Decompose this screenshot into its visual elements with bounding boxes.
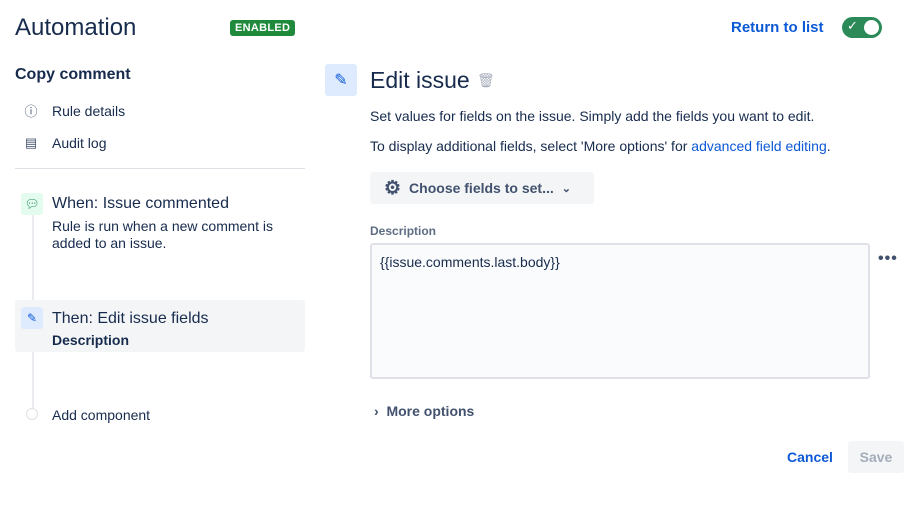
trash-icon[interactable]: 🗑︎ xyxy=(477,72,495,89)
chevron-right-icon: › xyxy=(374,403,379,419)
advanced-field-editing-link[interactable]: advanced field editing xyxy=(691,138,826,154)
hint-text: To display additional fields, select 'Mo… xyxy=(370,138,692,154)
add-circle-icon xyxy=(26,408,38,420)
action-step[interactable]: ✎ Then: Edit issue fields Description xyxy=(15,300,305,352)
sidebar-item-rule-details[interactable]: ⓘ Rule details xyxy=(24,101,125,120)
description-field[interactable]: {{issue.comments.last.body}} xyxy=(370,243,870,379)
description-text: Set values for fields on the issue. Simp… xyxy=(370,108,815,124)
add-component-link[interactable]: Add component xyxy=(52,407,150,423)
sidebar-item-label: Rule details xyxy=(52,102,126,119)
return-to-list-link[interactable]: Return to list xyxy=(731,19,824,36)
page-title: Edit issue xyxy=(370,67,470,93)
document-icon: ▤ xyxy=(24,135,38,150)
more-options-label: More options xyxy=(386,403,475,419)
save-button[interactable]: Save xyxy=(848,441,904,473)
info-icon: ⓘ xyxy=(24,104,38,119)
cancel-button[interactable]: Cancel xyxy=(787,449,833,465)
more-options-toggle[interactable]: › More options xyxy=(374,403,474,419)
rule-name: Copy comment xyxy=(15,66,131,83)
sidebar-item-label: Audit log xyxy=(52,135,107,151)
action-subtitle: Description xyxy=(52,332,130,348)
advanced-hint: To display additional fields, select 'Mo… xyxy=(370,138,831,154)
choose-fields-label: Choose fields to set... xyxy=(409,180,554,196)
field-label: Description xyxy=(370,224,437,238)
toggle-knob xyxy=(864,20,879,35)
more-actions-icon[interactable]: ••• xyxy=(878,250,898,268)
status-badge: ENABLED xyxy=(230,20,296,36)
comment-icon: 💬︎ xyxy=(21,193,43,215)
choose-fields-button[interactable]: ⚙ Choose fields to set... ⌄ xyxy=(370,172,594,204)
trigger-title[interactable]: When: Issue commented xyxy=(52,195,229,213)
trigger-description: Rule is run when a new comment is added … xyxy=(52,218,273,251)
trigger-step-icon-wrap[interactable]: 💬︎ xyxy=(21,193,43,215)
hint-period: . xyxy=(826,138,831,154)
action-title: Then: Edit issue fields xyxy=(52,310,209,327)
sidebar-item-audit-log[interactable]: ▤ Audit log xyxy=(24,135,107,151)
pencil-icon: ✎ xyxy=(21,307,43,329)
pencil-icon: ✎ xyxy=(325,64,357,96)
divider xyxy=(15,168,305,169)
gear-icon: ⚙ xyxy=(384,177,402,199)
enable-toggle[interactable]: ✓ xyxy=(842,17,882,38)
chevron-down-icon: ⌄ xyxy=(561,182,571,195)
app-title: Automation xyxy=(15,14,137,41)
check-icon: ✓ xyxy=(847,18,858,33)
